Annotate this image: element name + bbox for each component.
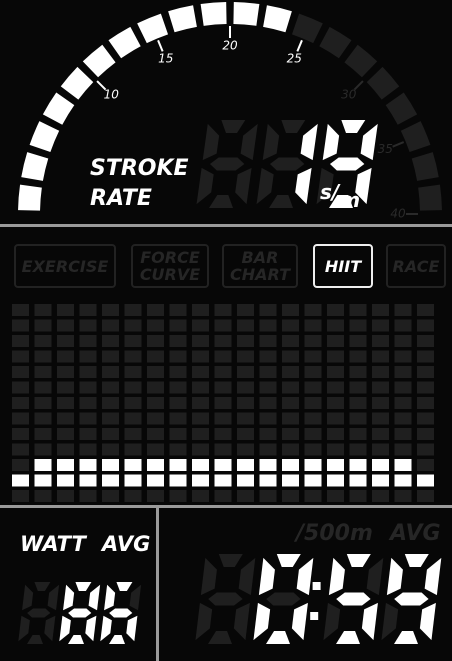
digit-segment (366, 557, 384, 596)
digit-segment (218, 554, 243, 567)
pace-colon-dot (312, 582, 321, 590)
digit-segment (386, 557, 403, 596)
digit-segment (323, 602, 341, 641)
digit-segment (266, 631, 290, 644)
digit-segment (238, 557, 256, 596)
digit-segment (291, 602, 308, 641)
digit-segment (336, 592, 371, 606)
digit-segment (208, 592, 243, 606)
digit-segment (361, 602, 378, 641)
pace-colon-dot (310, 612, 319, 620)
digit-segment (394, 592, 429, 606)
digit-segment (253, 602, 271, 641)
digit-segment (276, 554, 301, 567)
digit-segment (233, 602, 250, 641)
pace-value (195, 554, 442, 644)
digit-segment (208, 631, 232, 644)
digit-segment (346, 554, 371, 567)
digit-segment (404, 554, 429, 567)
digit-segment (200, 557, 217, 596)
digit-segment (336, 631, 360, 644)
digit-segment (296, 557, 314, 596)
digit-segment (381, 602, 399, 641)
digit-segment (258, 557, 275, 596)
digit-segment (328, 557, 345, 596)
digit-segment (424, 557, 442, 596)
digit-segment (394, 631, 418, 644)
digit-segment (419, 602, 436, 641)
digit-segment (266, 592, 301, 606)
digit-segment (195, 602, 213, 641)
